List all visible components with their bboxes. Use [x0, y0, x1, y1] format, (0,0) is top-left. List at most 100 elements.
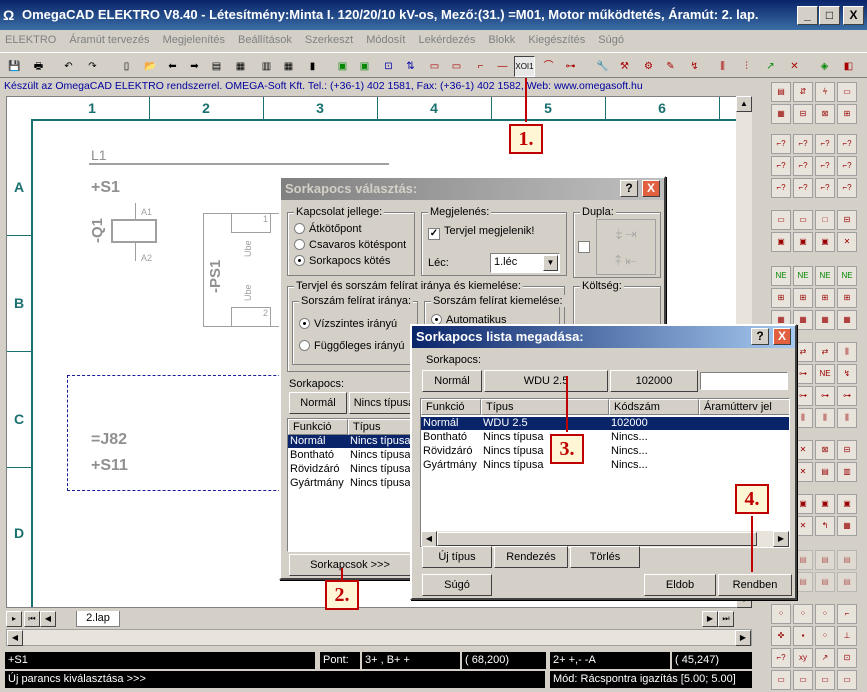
- dialog2-list-hscroll[interactable]: ◀ ▶: [421, 531, 789, 547]
- palette-tool-icon[interactable]: ⌐?: [837, 156, 857, 176]
- palette-tool-icon[interactable]: ⊞: [771, 288, 791, 308]
- menu-lekerdezes[interactable]: Lekérdezés: [413, 30, 480, 50]
- menu-elektro[interactable]: ELEKTRO: [0, 30, 61, 50]
- dialog1-typename-button[interactable]: Nincs típusa: [349, 392, 419, 414]
- palette-tool-icon[interactable]: ⌐: [837, 604, 857, 624]
- dupla-checkbox[interactable]: [578, 241, 590, 253]
- palette-tool-icon[interactable]: ⌐?: [837, 134, 857, 154]
- palette-tool-icon[interactable]: ⊞: [837, 288, 857, 308]
- list-item[interactable]: Normál Nincs típusa: [288, 435, 410, 448]
- sheet-nav-icon[interactable]: ▸: [6, 611, 22, 627]
- table-row[interactable]: Bontható Nincs típusa Nincs...: [421, 431, 789, 444]
- menu-beallitasok[interactable]: Beállítások: [233, 30, 297, 50]
- palette-tool-icon[interactable]: ▦: [771, 104, 791, 124]
- save-icon[interactable]: 💾: [4, 56, 25, 77]
- palette-tool-icon[interactable]: ↰: [815, 516, 835, 536]
- menu-aramut[interactable]: Áramút tervezés: [64, 30, 154, 50]
- palette-tool-icon[interactable]: xy: [793, 648, 813, 668]
- palette-tool-icon[interactable]: ▣: [837, 494, 857, 514]
- green-frame2-icon[interactable]: ▣: [354, 56, 375, 77]
- palette-tool-icon[interactable]: ▥: [837, 462, 857, 482]
- palette-tool-icon[interactable]: ⌐?: [793, 178, 813, 198]
- table-row[interactable]: Normál WDU 2.5 102000: [421, 417, 789, 430]
- dialog2-title-bar[interactable]: Sorkapocs lista megadása:: [412, 326, 795, 348]
- dialog2-col-tipus[interactable]: Típus: [481, 399, 609, 415]
- palette-tool-icon[interactable]: ⇄: [815, 342, 835, 362]
- palette-tool-icon[interactable]: ▤: [837, 572, 857, 592]
- palette-tool-icon[interactable]: ⌐?: [815, 134, 835, 154]
- radio-vertical[interactable]: Függőleges irányú: [299, 340, 405, 352]
- palette-tool-icon[interactable]: ⊠: [815, 440, 835, 460]
- palette-tool-icon[interactable]: ▭: [793, 670, 813, 690]
- layout-icon[interactable]: ▥: [256, 56, 277, 77]
- palette-tool-icon[interactable]: NE: [793, 266, 813, 286]
- menu-megjelenites[interactable]: Megjelenítés: [158, 30, 230, 50]
- palette-tool-icon[interactable]: ✕: [837, 232, 857, 252]
- table-row[interactable]: Rövidzáró Nincs típusa Nincs...: [421, 445, 789, 458]
- palette-tool-icon[interactable]: NE: [815, 364, 835, 384]
- omega-icon[interactable]: Ω: [3, 7, 19, 23]
- palette-tool-icon[interactable]: ✜: [771, 626, 791, 646]
- palette-tool-icon[interactable]: ⊞: [837, 104, 857, 124]
- ok-button[interactable]: Rendben: [718, 574, 792, 596]
- palette-tool-icon[interactable]: ⁘: [771, 604, 791, 624]
- menu-kiegeszites[interactable]: Kiegészítés: [523, 30, 590, 50]
- palette-tool-icon[interactable]: ▦: [815, 310, 835, 330]
- new-file-icon[interactable]: ▯: [116, 56, 137, 77]
- line-icon[interactable]: —: [492, 56, 513, 77]
- tool4-icon[interactable]: ✎: [660, 56, 681, 77]
- palette-tool-icon[interactable]: ↗: [815, 648, 835, 668]
- green-frame-icon[interactable]: ▣: [332, 56, 353, 77]
- bus-icon[interactable]: ⫼: [712, 56, 733, 77]
- list-item[interactable]: Rövidzáró Nincs típusa: [288, 463, 410, 476]
- dialog1-terminal-list[interactable]: Funkció Típus Normál Nincs típusa Bonthat…: [287, 418, 411, 552]
- palette-tool-icon[interactable]: ⁘: [793, 604, 813, 624]
- menu-modosit[interactable]: Módosít: [361, 30, 410, 50]
- connector-icon[interactable]: ▭: [424, 56, 445, 77]
- dialog1-help-button[interactable]: ?: [620, 180, 638, 197]
- palette-tool-icon[interactable]: ⊟: [793, 104, 813, 124]
- palette-tool-icon[interactable]: NE: [837, 266, 857, 286]
- dialog2-col-kodszam[interactable]: Kódszám: [609, 399, 699, 415]
- palette-tool-icon[interactable]: ⫼: [815, 408, 835, 428]
- palette-tool-icon[interactable]: ⌐?: [793, 134, 813, 154]
- tool5-icon[interactable]: ↯: [684, 56, 705, 77]
- palette-tool-icon[interactable]: ⁘: [815, 604, 835, 624]
- tool6-icon[interactable]: ◈: [814, 56, 835, 77]
- palette-tool-icon[interactable]: ▭: [793, 210, 813, 230]
- palette-tool-icon[interactable]: ⌐?: [771, 134, 791, 154]
- redo-icon[interactable]: ↷: [82, 56, 103, 77]
- undo-icon[interactable]: ↶: [58, 56, 79, 77]
- close-window-button[interactable]: X: [843, 6, 864, 25]
- palette-tool-icon[interactable]: ⌐?: [815, 178, 835, 198]
- palette-tool-icon[interactable]: ▤: [815, 572, 835, 592]
- palette-tool-icon[interactable]: ⌐?: [771, 156, 791, 176]
- lec-select[interactable]: 1.léc ▼: [490, 253, 560, 273]
- palette-tool-icon[interactable]: ⊞: [793, 288, 813, 308]
- palette-tool-icon[interactable]: ⌐?: [815, 156, 835, 176]
- palette-tool-icon[interactable]: ▤: [815, 550, 835, 570]
- back-arrow-icon[interactable]: ⬅: [162, 56, 183, 77]
- palette-tool-icon[interactable]: ⌐?: [837, 178, 857, 198]
- wire-icon[interactable]: ⌐: [470, 56, 491, 77]
- palette-tool-icon[interactable]: ▤: [837, 550, 857, 570]
- dialog2-col-aramutterv[interactable]: Áramútterv jel: [699, 399, 789, 415]
- last-sheet-icon[interactable]: ⏭: [718, 611, 734, 627]
- open-folder-icon[interactable]: 📂: [140, 56, 161, 77]
- list-item[interactable]: Gyártmány Nincs típusa: [288, 477, 410, 490]
- palette-tool-icon[interactable]: ⊶: [837, 386, 857, 406]
- palette-tool-icon[interactable]: ⌐?: [771, 648, 791, 668]
- arc-icon[interactable]: ⌒: [538, 56, 559, 77]
- scroll-thumb[interactable]: [437, 532, 757, 546]
- dialog2-aramutterv-field[interactable]: [700, 372, 788, 390]
- dialog1-close-button[interactable]: X: [642, 180, 660, 197]
- scroll-left-icon[interactable]: ◀: [421, 531, 437, 547]
- dialog2-close-button[interactable]: X: [773, 328, 791, 345]
- bus2-icon[interactable]: ⫶: [736, 56, 757, 77]
- palette-tool-icon[interactable]: ⊟: [837, 440, 857, 460]
- palette-tool-icon[interactable]: ▣: [815, 232, 835, 252]
- scroll-up-icon[interactable]: ▲: [736, 96, 752, 112]
- table-icon[interactable]: ▦: [278, 56, 299, 77]
- dialog2-help-button[interactable]: ?: [751, 328, 769, 345]
- radio-atkotopont[interactable]: Átkötőpont: [294, 223, 362, 235]
